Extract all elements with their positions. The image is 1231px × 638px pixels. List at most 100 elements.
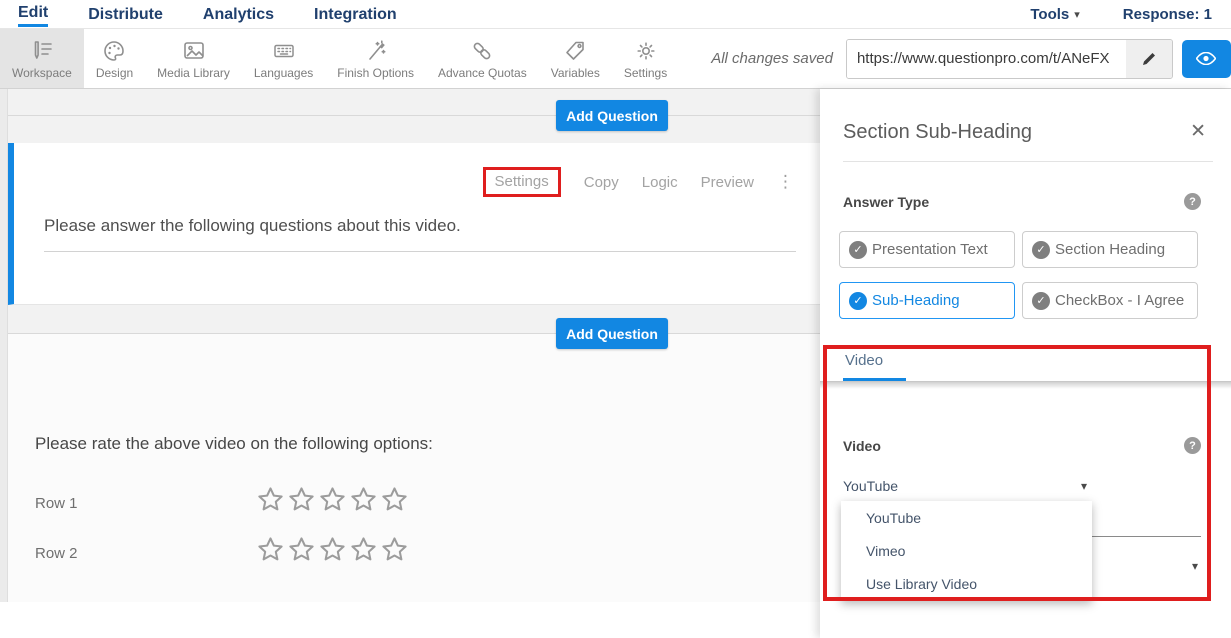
star-icon[interactable] [256, 535, 285, 564]
answer-type-presentation-text[interactable]: ✓ Presentation Text [839, 231, 1015, 268]
menu-item-use-library-video[interactable]: Use Library Video [841, 568, 1092, 601]
toolbar-item-design[interactable]: Design [84, 29, 145, 88]
rating-question-text[interactable]: Please rate the above video on the follo… [35, 434, 433, 454]
toolbar-item-label: Media Library [157, 66, 230, 80]
subheading-question-text[interactable]: Please answer the following questions ab… [44, 216, 461, 236]
check-circle-icon: ✓ [849, 292, 867, 310]
toolbar-item-settings[interactable]: Settings [612, 29, 679, 88]
star-icon[interactable] [380, 535, 409, 564]
toolbar-item-label: Variables [551, 66, 600, 80]
help-icon[interactable]: ? [1184, 193, 1201, 210]
nav-right-group: Tools ▾ Response: 1 [1030, 6, 1212, 23]
toolbar-item-languages[interactable]: Languages [242, 29, 325, 88]
star-icon[interactable] [287, 485, 316, 514]
video-source-label: Video [843, 438, 881, 454]
settings-gear-icon [633, 38, 659, 64]
star-icon[interactable] [318, 535, 347, 564]
star-icon[interactable] [256, 485, 285, 514]
question-copy-link[interactable]: Copy [584, 174, 619, 191]
nav-tab-analytics[interactable]: Analytics [203, 3, 274, 26]
content-left-gutter [0, 89, 8, 602]
check-circle-icon: ✓ [849, 241, 867, 259]
answer-type-section-heading[interactable]: ✓ Section Heading [1022, 231, 1198, 268]
answer-type-label-text: Presentation Text [872, 241, 988, 258]
kebab-menu-icon[interactable]: ⋮ [777, 175, 794, 189]
top-nav: Edit Distribute Analytics Integration To… [0, 0, 1231, 29]
toolbar-item-workspace[interactable]: Workspace [0, 29, 84, 88]
nav-tab-edit[interactable]: Edit [18, 1, 48, 27]
languages-icon [271, 38, 297, 64]
advance-quotas-icon [469, 38, 495, 64]
answer-type-label-text: Sub-Heading [872, 292, 960, 309]
toolbar-item-label: Settings [624, 66, 667, 80]
chevron-down-icon: ▾ [1074, 8, 1080, 21]
star-icon[interactable] [349, 535, 378, 564]
answer-type-label-text: CheckBox - I Agree [1055, 292, 1184, 309]
nav-tab-integration[interactable]: Integration [314, 3, 397, 26]
panel-title: Section Sub-Heading [843, 121, 1032, 144]
question-settings-link[interactable]: Settings [495, 173, 549, 190]
chevron-down-icon[interactable]: ▾ [1081, 479, 1087, 493]
variables-icon [562, 38, 588, 64]
answer-type-label: Answer Type [843, 194, 929, 210]
toolbar-item-advance-quotas[interactable]: Advance Quotas [426, 29, 539, 88]
toolbar-item-media-library[interactable]: Media Library [145, 29, 242, 88]
tools-label: Tools [1030, 6, 1069, 23]
star-icon[interactable] [287, 535, 316, 564]
workspace-icon [29, 38, 55, 64]
survey-url-input[interactable] [847, 40, 1126, 78]
question-block-subheading[interactable]: Settings Copy Logic Preview ⋮ Please ans… [8, 143, 820, 305]
question-block-rating[interactable]: Please rate the above video on the follo… [8, 333, 820, 602]
answer-type-label-text: Section Heading [1055, 241, 1165, 258]
menu-item-vimeo[interactable]: Vimeo [841, 535, 1092, 568]
toolbar-item-label: Finish Options [337, 66, 414, 80]
question-logic-link[interactable]: Logic [642, 174, 678, 191]
toolbar-item-finish-options[interactable]: Finish Options [325, 29, 426, 88]
toolbar-item-label: Advance Quotas [438, 66, 527, 80]
star-icon[interactable] [318, 485, 347, 514]
save-status: All changes saved [711, 50, 833, 67]
preview-survey-button[interactable] [1182, 40, 1231, 78]
tools-menu[interactable]: Tools ▾ [1030, 6, 1079, 23]
response-count[interactable]: Response: 1 [1123, 6, 1212, 23]
toolbar-item-label: Design [96, 66, 133, 80]
finish-options-icon [363, 38, 389, 64]
tab-video[interactable]: Video [845, 352, 883, 369]
toolbar-item-variables[interactable]: Variables [539, 29, 612, 88]
check-circle-icon: ✓ [1032, 292, 1050, 310]
star-icon[interactable] [380, 485, 409, 514]
chevron-down-icon[interactable]: ▾ [1192, 559, 1198, 573]
nav-tab-distribute[interactable]: Distribute [88, 3, 163, 26]
star-rating-row-2 [256, 535, 409, 564]
rating-row-label: Row 1 [35, 495, 78, 512]
add-question-button-middle[interactable]: Add Question [556, 318, 668, 349]
questionpro-survey-editor: Edit Distribute Analytics Integration To… [0, 0, 1231, 638]
help-icon[interactable]: ? [1184, 437, 1201, 454]
settings-annotation-red-box: Settings [483, 167, 561, 197]
question-action-bar: Settings Copy Logic Preview ⋮ [483, 167, 794, 197]
close-icon[interactable]: ✕ [1190, 122, 1206, 142]
answer-type-sub-heading[interactable]: ✓ Sub-Heading [839, 282, 1015, 319]
video-source-select[interactable]: YouTube [843, 478, 898, 494]
text-field-underline [44, 251, 796, 252]
eye-icon [1196, 52, 1216, 65]
survey-url-box [846, 39, 1173, 79]
question-preview-link[interactable]: Preview [701, 174, 754, 191]
panel-divider [843, 161, 1213, 162]
pencil-icon [1141, 51, 1157, 67]
tab-bar-shadow [820, 382, 1231, 389]
menu-item-youtube[interactable]: YouTube [841, 502, 1092, 535]
media-library-icon [181, 38, 207, 64]
edit-url-button[interactable] [1126, 40, 1172, 78]
star-rating-row-1 [256, 485, 409, 514]
section-divider [8, 115, 820, 116]
design-icon [101, 38, 127, 64]
survey-canvas: Add Question Settings Copy Logic Preview… [8, 89, 820, 602]
star-icon[interactable] [349, 485, 378, 514]
rating-row-label: Row 2 [35, 545, 78, 562]
check-circle-icon: ✓ [1032, 241, 1050, 259]
answer-type-options: ✓ Presentation Text ✓ Section Heading ✓ … [839, 231, 1198, 319]
add-question-button-top[interactable]: Add Question [556, 100, 668, 131]
question-settings-panel: Section Sub-Heading ✕ Answer Type ? ✓ Pr… [820, 89, 1231, 638]
answer-type-checkbox-i-agree[interactable]: ✓ CheckBox - I Agree [1022, 282, 1198, 319]
